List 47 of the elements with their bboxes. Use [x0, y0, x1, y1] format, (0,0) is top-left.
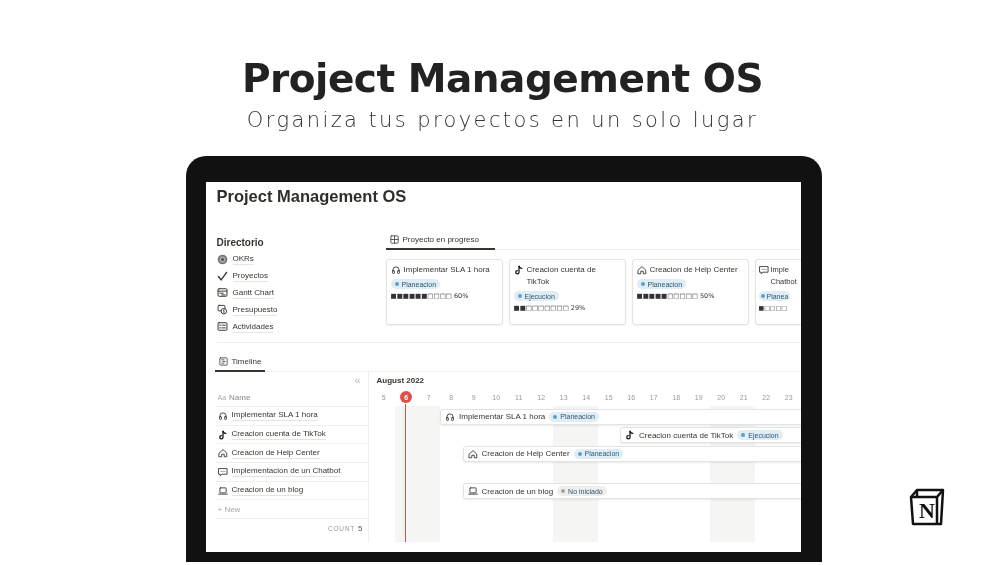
house-icon	[217, 448, 228, 459]
page-title: Project Management OS	[215, 186, 408, 207]
chat-bubble-icon	[217, 466, 228, 477]
directory-link[interactable]: Actividades	[232, 320, 274, 333]
laptop-icon	[467, 486, 478, 497]
house-icon	[467, 448, 478, 459]
row-title[interactable]: Creacion de Help Center	[231, 447, 320, 459]
row-title[interactable]: Implementacion de un Chatbot	[231, 466, 341, 478]
directory-link[interactable]: OKRs	[232, 253, 254, 266]
timeline-icon	[218, 356, 228, 366]
checkmark-icon	[216, 270, 228, 282]
view-tab[interactable]: Timeline	[214, 352, 266, 372]
logo-letter: N	[918, 499, 936, 523]
headset-icon	[217, 410, 228, 421]
row-title[interactable]: Creacion de un blog	[231, 485, 304, 497]
section-heading: Directorio	[216, 237, 265, 248]
bar-title: Creacion de Help Center	[481, 449, 570, 459]
chat-bubble-icon	[758, 265, 769, 275]
house-icon	[636, 265, 647, 275]
target-icon	[216, 253, 228, 265]
card-title: Implementar SLA 1 hora	[403, 264, 490, 276]
bar-title: Creacion de un blog	[481, 486, 554, 496]
column-header: Name	[229, 392, 251, 402]
subtitle: Organiza tus proyectos en un solo lugar	[246, 108, 759, 132]
list-icon	[216, 321, 228, 333]
coin-stack-icon	[216, 304, 228, 316]
headset-icon	[445, 411, 455, 422]
view-tab[interactable]: Proyecto en progreso	[385, 230, 495, 250]
row-title[interactable]: Creacion cuenta de TikTok	[231, 429, 326, 441]
bar-title: Implementar SLA 1 hora	[459, 412, 546, 421]
directory-link[interactable]: Gantt Chart	[232, 287, 274, 299]
music-note-icon	[217, 429, 228, 440]
count-value: 5	[358, 523, 363, 533]
bar-title: Creacion cuenta de TikTok	[639, 430, 734, 440]
laptop-icon	[217, 485, 228, 496]
card-title: Creacion cuenta de TikTok	[526, 264, 597, 288]
chart-window-icon	[216, 287, 228, 299]
headset-icon	[390, 265, 401, 275]
row-title[interactable]: Implementar SLA 1 hora	[231, 410, 318, 422]
month-label: August 2022	[375, 375, 426, 387]
music-note-icon	[513, 265, 524, 275]
directory-link[interactable]: Presupuesto	[232, 303, 278, 316]
headline: Project Management OS	[241, 56, 764, 102]
grid-icon	[389, 234, 399, 244]
card-title: Creacion de Help Center	[649, 264, 738, 276]
music-note-icon	[625, 430, 635, 441]
directory-link[interactable]: Proyectos	[232, 270, 269, 283]
